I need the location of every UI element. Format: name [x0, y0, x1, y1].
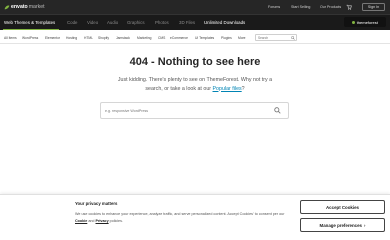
sub-ecommerce[interactable]: eCommerce	[170, 36, 188, 40]
cookie-text: We use cookies to enhance your experienc…	[75, 211, 287, 224]
error-description: Just kidding. There's plenty to see on T…	[110, 76, 280, 93]
popular-files-link[interactable]: Popular files	[213, 86, 242, 92]
sub-wordpress[interactable]: WordPress	[22, 36, 38, 40]
cat-3d-files[interactable]: 3D Files	[179, 20, 195, 25]
page-title: 404 - Nothing to see here	[129, 56, 261, 68]
sub-cms[interactable]: CMS	[158, 36, 165, 40]
sub-shopify[interactable]: Shopify	[98, 36, 109, 40]
search-icon[interactable]	[291, 35, 295, 40]
main-search-box	[100, 102, 289, 119]
themeforest-badge[interactable]: themeforest	[344, 17, 386, 27]
cat-audio[interactable]: Audio	[107, 20, 118, 25]
sub-marketing[interactable]: Marketing	[137, 36, 151, 40]
cat-video[interactable]: Video	[87, 20, 98, 25]
cookie-text-start: We use cookies to enhance your experienc…	[75, 212, 285, 216]
sub-plugins[interactable]: Plugins	[221, 36, 232, 40]
cookie-title: Your privacy matters	[75, 201, 118, 206]
cat-unlimited-downloads[interactable]: Unlimited Downloads	[204, 20, 245, 25]
cat-web-themes[interactable]: Web Themes & Templates	[4, 20, 55, 25]
lead-text: Just kidding. There's plenty to see on T…	[117, 77, 273, 92]
forums-link[interactable]: Forums	[268, 5, 280, 9]
logo-main-text: envato	[11, 4, 28, 10]
cat-graphics[interactable]: Graphics	[127, 20, 145, 25]
cat-code[interactable]: Code	[67, 20, 78, 25]
sub-more[interactable]: More	[238, 36, 246, 40]
manage-preferences-label: Manage preferences	[319, 222, 362, 228]
sub-all-items[interactable]: All Items	[4, 36, 17, 40]
accept-cookies-button[interactable]: Accept Cookies	[300, 200, 385, 214]
chevron-right-icon: ›	[364, 222, 366, 228]
themeforest-leaf-icon	[352, 20, 356, 24]
lead-end: ?	[241, 85, 245, 92]
sub-ui-templates[interactable]: UI Templates	[195, 36, 214, 40]
leaf-icon	[4, 5, 10, 9]
start-selling-link[interactable]: Start Selling	[291, 5, 310, 9]
main-search-icon[interactable]	[274, 106, 281, 114]
themeforest-label: themeforest	[356, 19, 378, 25]
manage-preferences-button[interactable]: Manage preferences ›	[300, 218, 385, 232]
sub-elementor[interactable]: Elementor	[45, 36, 60, 40]
envato-logo[interactable]: envato market	[4, 4, 45, 10]
sub-html[interactable]: HTML	[84, 36, 93, 40]
cart-icon[interactable]	[346, 4, 352, 10]
logo-sub-text: market	[28, 4, 45, 10]
sub-hosting[interactable]: Hosting	[66, 36, 77, 40]
our-products-link[interactable]: Our Products	[320, 5, 341, 9]
sign-in-button[interactable]: Sign In	[362, 3, 385, 11]
cookie-policy-link[interactable]: Cookie	[75, 219, 87, 223]
main-search-input[interactable]	[105, 108, 265, 113]
cookie-text-end: policies.	[108, 218, 123, 223]
cookie-text-and: and	[87, 218, 96, 223]
sub-jamstack[interactable]: Jamstack	[116, 36, 130, 40]
privacy-policy-link[interactable]: Privacy	[96, 219, 109, 223]
cat-photos[interactable]: Photos	[155, 20, 169, 25]
